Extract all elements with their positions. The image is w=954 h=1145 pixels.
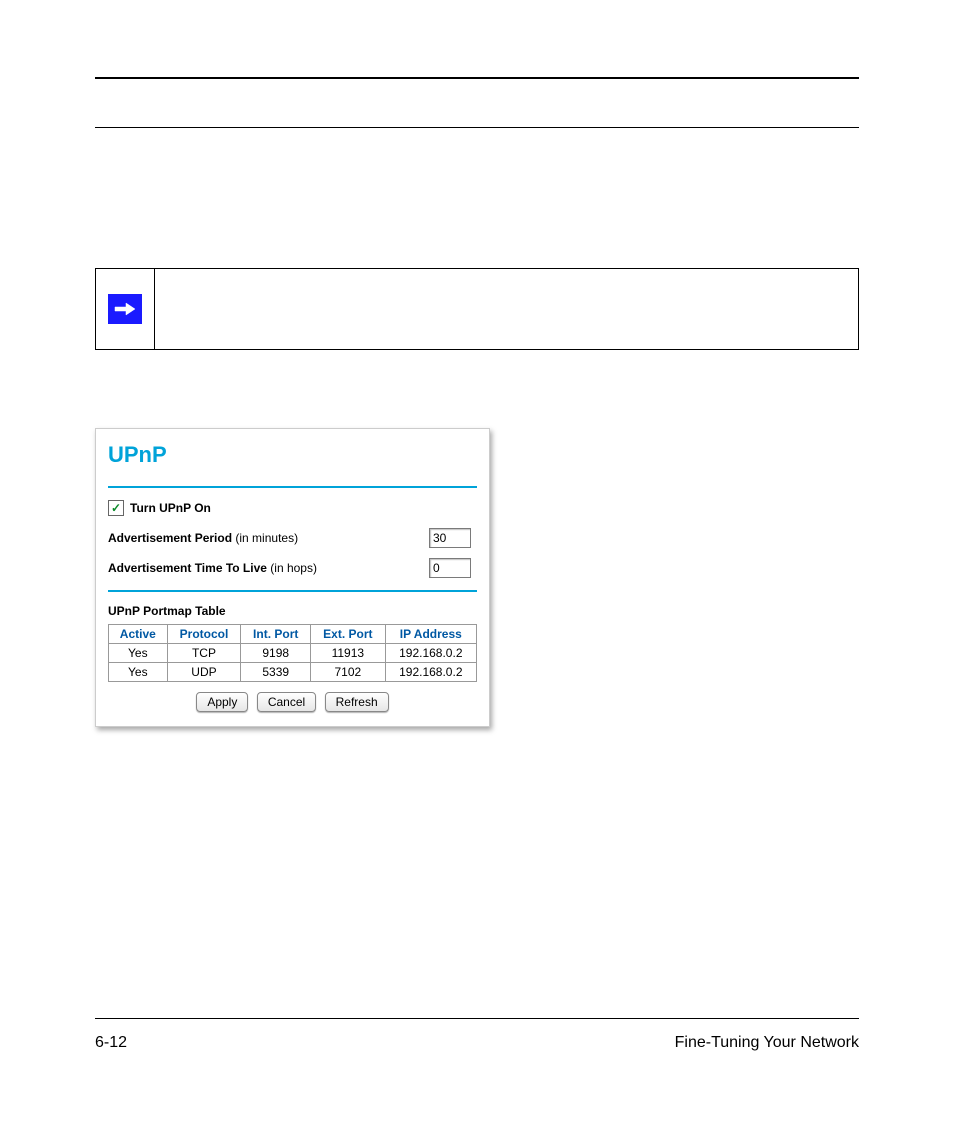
step-2-item-bold: Turn UPnP On. bbox=[120, 816, 218, 832]
cell: Yes bbox=[109, 644, 168, 663]
footer-rule bbox=[95, 1018, 859, 1019]
cell: TCP bbox=[167, 644, 241, 663]
panel-title: UPnP bbox=[108, 442, 477, 468]
table-row: Yes UDP 5339 7102 192.168.0.2 bbox=[109, 663, 477, 682]
adv-period-label: Advertisement Period (in minutes) bbox=[108, 531, 298, 545]
adv-period-row: Advertisement Period (in minutes) bbox=[108, 528, 477, 548]
upnp-panel: UPnP ✓ Turn UPnP On Advertisement Period… bbox=[95, 428, 490, 727]
col-ext-port: Ext. Port bbox=[311, 625, 386, 644]
adv-ttl-row: Advertisement Time To Live (in hops) bbox=[108, 558, 477, 578]
figure-caption: Figure 6-7 bbox=[95, 753, 162, 769]
note-box: Note: If you use applications such as mu… bbox=[95, 268, 859, 350]
step-2-item-rest: UPnP can be enabled or disabled for auto… bbox=[120, 816, 845, 870]
col-int-port: Int. Port bbox=[241, 625, 311, 644]
adv-ttl-input[interactable] bbox=[429, 558, 471, 578]
turn-upnp-on-label: Turn UPnP On bbox=[130, 501, 211, 515]
portmap-table: Active Protocol Int. Port Ext. Port IP A… bbox=[108, 624, 477, 682]
adv-ttl-label: Advertisement Time To Live (in hops) bbox=[108, 561, 317, 575]
cell: 5339 bbox=[241, 663, 311, 682]
separator bbox=[108, 486, 477, 488]
note-icon-cell bbox=[96, 269, 155, 349]
cell: Yes bbox=[109, 663, 168, 682]
turn-upnp-on-row[interactable]: ✓ Turn UPnP On bbox=[108, 500, 477, 516]
cell: 9198 bbox=[241, 644, 311, 663]
arrow-right-icon bbox=[108, 294, 142, 324]
col-active: Active bbox=[109, 625, 168, 644]
section-title: Using Universal Plug and Play bbox=[95, 150, 427, 180]
cell: 7102 bbox=[311, 663, 386, 682]
button-row: Apply Cancel Refresh bbox=[108, 692, 477, 712]
apply-button[interactable]: Apply bbox=[196, 692, 248, 712]
refresh-button[interactable]: Refresh bbox=[325, 692, 389, 712]
portmap-title: UPnP Portmap Table bbox=[108, 604, 477, 618]
footer-section-title: Fine-Tuning Your Network bbox=[675, 1034, 859, 1052]
table-header-row: Active Protocol Int. Port Ext. Port IP A… bbox=[109, 625, 477, 644]
note-text: Note: If you use applications such as mu… bbox=[155, 269, 858, 349]
note-body: If you use applications such as multipla… bbox=[167, 280, 817, 334]
table-row: Yes TCP 9198 11913 192.168.0.2 bbox=[109, 644, 477, 663]
step-2-item: Turn UPnP On. UPnP can be enabled or dis… bbox=[120, 815, 859, 872]
step-1-text: To turn on Universal Plug and Play: bbox=[95, 380, 314, 396]
cell: 11913 bbox=[311, 644, 386, 663]
cancel-button[interactable]: Cancel bbox=[257, 692, 316, 712]
header-caption: N150 Wireless Router WNR1000v3h2 User Ma… bbox=[95, 52, 859, 67]
header-rule-thick bbox=[95, 77, 859, 79]
checkbox-icon[interactable]: ✓ bbox=[108, 500, 124, 516]
separator bbox=[108, 590, 477, 592]
cell: 192.168.0.2 bbox=[385, 644, 476, 663]
footer-version: v1.0, May 2010 bbox=[95, 1063, 859, 1075]
section-paragraph: Universal Plug and Play (UPnP) helps dev… bbox=[95, 200, 859, 261]
col-ip-address: IP Address bbox=[385, 625, 476, 644]
step-2-intro: 2. The available settings and informatio… bbox=[95, 790, 859, 806]
adv-period-input[interactable] bbox=[429, 528, 471, 548]
header-rule-thin bbox=[95, 127, 859, 128]
note-label: Note: bbox=[167, 280, 203, 296]
cell: 192.168.0.2 bbox=[385, 663, 476, 682]
col-protocol: Protocol bbox=[167, 625, 241, 644]
cell: UDP bbox=[167, 663, 241, 682]
footer-page-number: 6-12 bbox=[95, 1034, 127, 1052]
